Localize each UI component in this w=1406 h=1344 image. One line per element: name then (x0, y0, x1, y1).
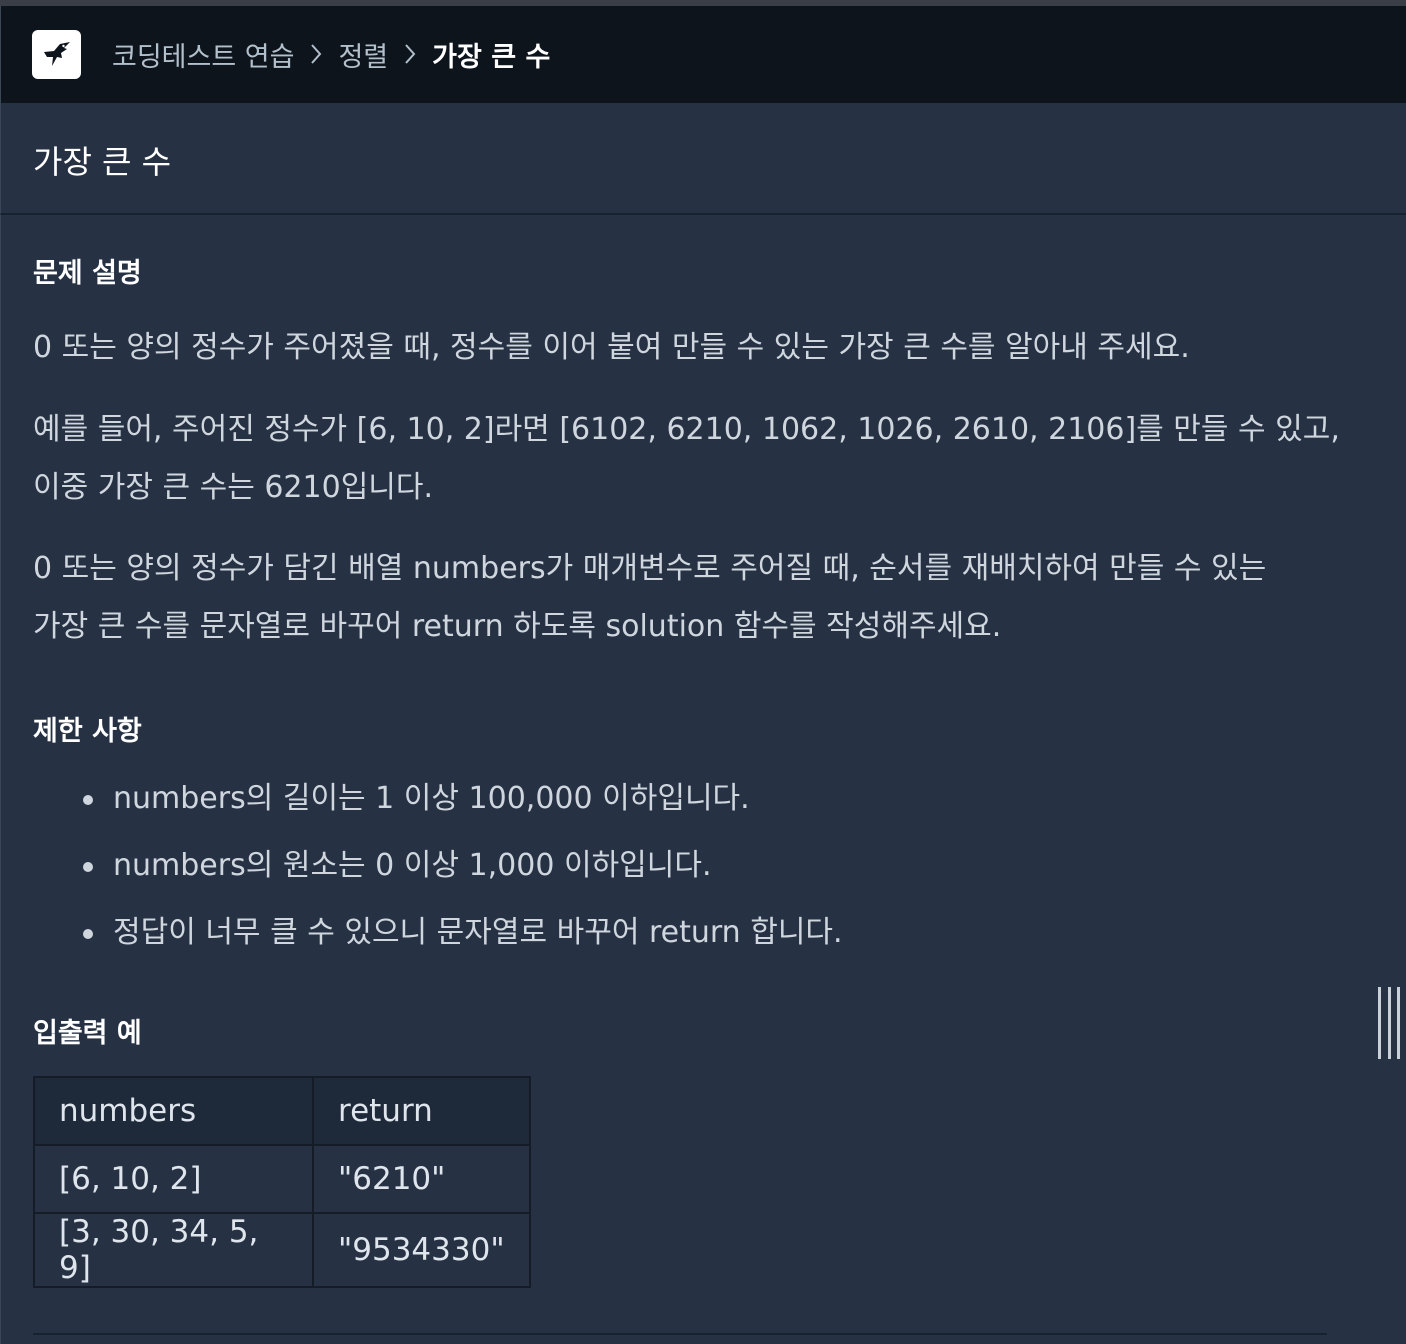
table-cell: [6, 10, 2] (33, 1144, 314, 1214)
problem-description-panel: 문제 설명 0 또는 양의 정수가 주어졌을 때, 정수를 이어 붙여 만들 수… (0, 215, 1406, 1344)
panel-resize-handle[interactable] (1378, 987, 1400, 1059)
list-item: 정답이 너무 클 수 있으니 문자열로 바꾸어 return 합니다. (83, 915, 843, 982)
constraints-heading: 제한 사항 (33, 716, 142, 747)
grip-line (1378, 987, 1381, 1059)
table-cell: [3, 30, 34, 5, 9] (33, 1212, 314, 1288)
description-heading: 문제 설명 (33, 258, 142, 289)
constraint-text: numbers의 원소는 0 이상 1,000 이하입니다. (113, 848, 712, 883)
grip-line (1397, 987, 1400, 1059)
breadcrumb-item-coding-test[interactable]: 코딩테스트 연습 (112, 35, 294, 74)
table-header-return: return (312, 1076, 531, 1146)
grip-line (1387, 987, 1391, 1059)
paragraph-line: 0 또는 양의 정수가 담긴 배열 numbers가 매개변수로 주어질 때, … (33, 551, 1267, 586)
paragraph-line: 0 또는 양의 정수가 주어졌을 때, 정수를 이어 붙여 만들 수 있는 가장… (33, 330, 1190, 365)
paragraph-line: 이중 가장 큰 수는 6210입니다. (33, 470, 434, 505)
paragraph-line: 가장 큰 수를 문자열로 바꾸어 return 하도록 solution 함수를… (33, 609, 1002, 644)
section-divider (33, 1333, 1327, 1335)
chevron-right-icon (294, 43, 338, 65)
hummingbird-logo-icon[interactable] (32, 30, 81, 79)
breadcrumb: 코딩테스트 연습 정렬 가장 큰 수 (112, 34, 550, 74)
bullet-icon (83, 795, 93, 805)
table-cell: "9534330" (312, 1212, 531, 1288)
chevron-right-icon (388, 43, 432, 65)
constraints-list: numbers의 길이는 1 이상 100,000 이하입니다. numbers… (83, 781, 843, 982)
problem-title-bar: 가장 큰 수 (0, 103, 1406, 215)
constraint-text: numbers의 길이는 1 이상 100,000 이하입니다. (113, 781, 750, 816)
top-navigation-bar: 코딩테스트 연습 정렬 가장 큰 수 (0, 6, 1406, 103)
description-paragraph-1: 0 또는 양의 정수가 주어졌을 때, 정수를 이어 붙여 만들 수 있는 가장… (33, 319, 1353, 377)
table-header-numbers: numbers (33, 1076, 314, 1146)
breadcrumb-item-sorting[interactable]: 정렬 (338, 35, 388, 74)
table-header-row: numbers return (33, 1076, 531, 1146)
description-paragraph-3: 0 또는 양의 정수가 담긴 배열 numbers가 매개변수로 주어질 때, … (33, 540, 1353, 656)
constraint-text: 정답이 너무 클 수 있으니 문자열로 바꾸어 return 합니다. (113, 915, 843, 950)
examples-heading: 입출력 예 (33, 1018, 142, 1049)
breadcrumb-item-current: 가장 큰 수 (432, 41, 551, 73)
examples-table: numbers return [6, 10, 2] "6210" [3, 30,… (33, 1076, 531, 1288)
paragraph-line: 예를 들어, 주어진 정수가 [6, 10, 2]라면 [6102, 6210,… (33, 412, 1340, 447)
list-item: numbers의 길이는 1 이상 100,000 이하입니다. (83, 781, 843, 848)
table-row: [6, 10, 2] "6210" (33, 1144, 531, 1214)
table-cell: "6210" (312, 1144, 531, 1214)
bullet-icon (83, 929, 93, 939)
table-row: [3, 30, 34, 5, 9] "9534330" (33, 1212, 531, 1288)
bullet-icon (83, 862, 93, 872)
problem-title: 가장 큰 수 (33, 143, 172, 181)
description-paragraph-2: 예를 들어, 주어진 정수가 [6, 10, 2]라면 [6102, 6210,… (33, 401, 1353, 517)
list-item: numbers의 원소는 0 이상 1,000 이하입니다. (83, 848, 843, 915)
